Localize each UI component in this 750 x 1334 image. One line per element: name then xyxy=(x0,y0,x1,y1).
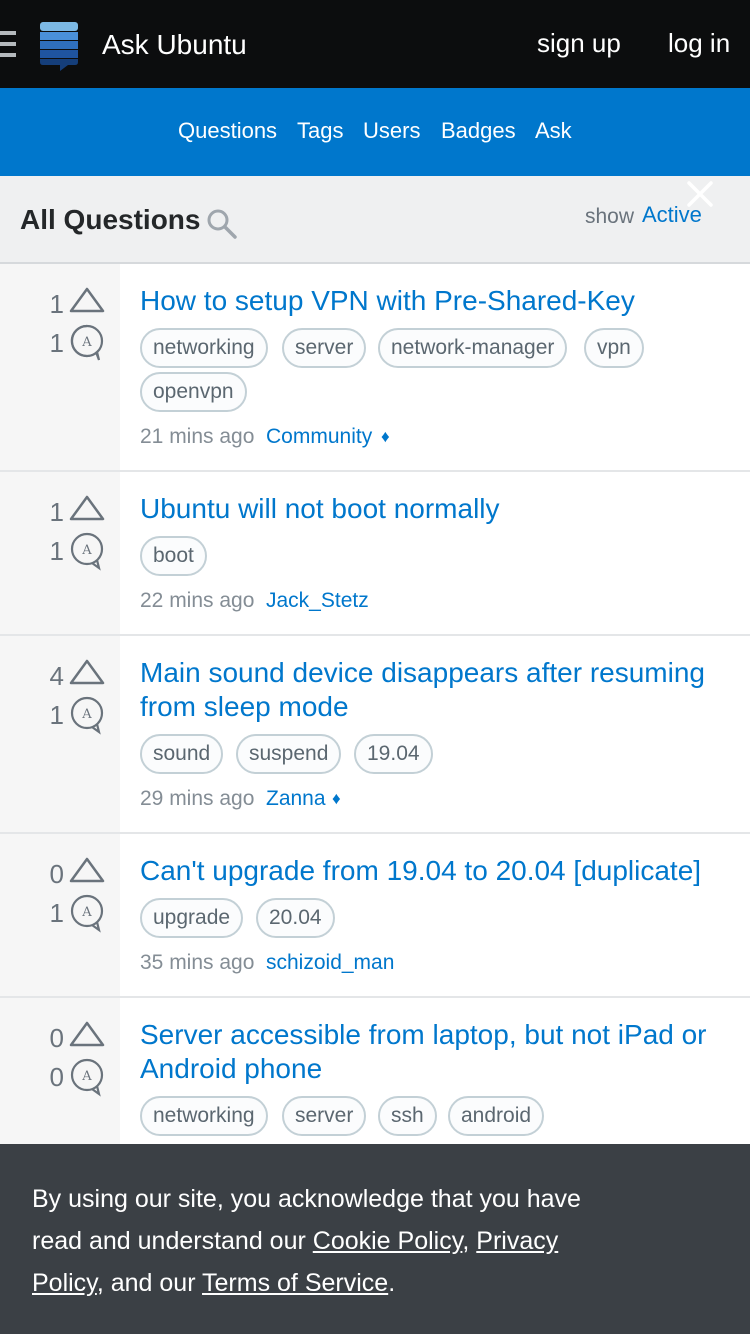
cookie-message: By using our site, you acknowledge that … xyxy=(32,1178,632,1304)
question-item: 4 1 A Main sound device disappears after… xyxy=(0,636,750,834)
close-icon[interactable] xyxy=(686,180,714,208)
question-time: 35 mins ago xyxy=(140,951,255,974)
vote-count: 0 xyxy=(49,1023,64,1053)
answer-count: 0 xyxy=(49,1062,64,1092)
vote-count: 4 xyxy=(49,661,64,691)
tag-sound[interactable]: sound xyxy=(140,734,224,774)
question-user[interactable]: schizoid_man xyxy=(266,950,394,976)
question-user[interactable]: Jack_Stetz xyxy=(266,588,369,614)
answer-icon: A xyxy=(70,324,104,361)
upvote-icon[interactable] xyxy=(68,286,106,314)
nav-users[interactable]: Users xyxy=(363,117,420,145)
question-title-line-1[interactable]: Server accessible from laptop, but not i… xyxy=(140,1018,730,1052)
nav-questions[interactable]: Questions xyxy=(178,117,277,145)
upvote-icon[interactable] xyxy=(68,856,106,884)
answer-count: 1 xyxy=(49,536,64,566)
svg-text:A: A xyxy=(81,543,92,558)
svg-text:A: A xyxy=(81,707,92,722)
question-item: 1 1 A Ubuntu will not boot normally boot… xyxy=(0,472,750,636)
moderator-diamond-icon: ♦ xyxy=(332,789,341,808)
login-link[interactable]: log in xyxy=(668,26,730,60)
vote-count: 1 xyxy=(49,289,64,319)
signup-link[interactable]: sign up xyxy=(537,26,621,60)
question-user[interactable]: Community xyxy=(266,424,372,450)
question-time: 22 mins ago xyxy=(140,589,255,612)
tag-boot[interactable]: boot xyxy=(140,536,207,576)
terms-of-service-link[interactable]: Terms of Service xyxy=(202,1269,388,1297)
question-item: 0 0 A Server accessible from laptop, but… xyxy=(0,998,750,1144)
upvote-icon[interactable] xyxy=(68,658,106,686)
question-item: 0 1 A Can't upgrade from 19.04 to 20.04 … xyxy=(0,834,750,998)
hamburger-icon[interactable] xyxy=(0,31,16,57)
cookie-text: , and our xyxy=(96,1269,203,1297)
nav-badges[interactable]: Badges xyxy=(441,117,516,145)
nav-tags[interactable]: Tags xyxy=(297,117,343,145)
question-user[interactable]: Zanna xyxy=(266,786,326,812)
tag-upgrade[interactable]: upgrade xyxy=(140,898,244,938)
site-title[interactable]: Ask Ubuntu xyxy=(102,28,247,62)
top-bar: Ask Ubuntu sign up log in xyxy=(0,0,750,88)
tag-suspend[interactable]: suspend xyxy=(236,734,342,774)
site-logo-icon[interactable] xyxy=(38,21,80,71)
question-item: 1 1 A How to setup VPN with Pre-Shared-K… xyxy=(0,264,750,472)
tag-vpn[interactable]: vpn xyxy=(584,328,644,368)
tag-server[interactable]: server xyxy=(282,328,367,368)
vote-count: 1 xyxy=(49,497,64,527)
question-title-line-1[interactable]: Main sound device disappears after resum… xyxy=(140,656,730,690)
answer-count: 1 xyxy=(49,328,64,358)
answer-count: 1 xyxy=(49,700,64,730)
tag-networking[interactable]: networking xyxy=(140,1096,268,1136)
svg-text:A: A xyxy=(81,335,92,350)
answer-icon: A xyxy=(70,696,104,735)
answer-icon: A xyxy=(70,1058,104,1097)
moderator-diamond-icon: ♦ xyxy=(381,427,390,446)
tag-ssh[interactable]: ssh xyxy=(378,1096,437,1136)
nav-ask[interactable]: Ask xyxy=(535,117,572,145)
cookie-separator: , xyxy=(462,1227,477,1255)
tag-20-04[interactable]: 20.04 xyxy=(256,898,335,938)
answer-icon: A xyxy=(70,532,104,571)
show-label: show xyxy=(585,205,635,228)
questions-subheader: All Questions xyxy=(0,176,750,264)
tag-server[interactable]: server xyxy=(282,1096,367,1136)
cookie-text: . xyxy=(388,1269,396,1297)
cookie-policy-link[interactable]: Cookie Policy xyxy=(313,1227,463,1255)
answer-count: 1 xyxy=(49,898,64,928)
upvote-icon[interactable] xyxy=(68,1020,106,1048)
svg-text:A: A xyxy=(81,905,92,920)
page-title: All Questions xyxy=(20,204,201,235)
tag-19-04[interactable]: 19.04 xyxy=(354,734,433,774)
question-title-line-2[interactable]: from sleep mode xyxy=(140,690,730,724)
tag-android[interactable]: android xyxy=(448,1096,545,1136)
question-time: 21 mins ago xyxy=(140,425,255,448)
upvote-icon[interactable] xyxy=(68,494,106,522)
tag-openvpn[interactable]: openvpn xyxy=(140,372,247,412)
tag-networking[interactable]: networking xyxy=(140,328,268,368)
question-title[interactable]: How to setup VPN with Pre-Shared-Key xyxy=(140,284,730,318)
question-time: 29 mins ago xyxy=(140,787,255,810)
svg-text:A: A xyxy=(81,1069,92,1084)
search-icon[interactable] xyxy=(206,208,238,240)
question-title-line-2[interactable]: Android phone xyxy=(140,1052,730,1086)
main-nav: Questions Tags Users Badges Ask xyxy=(0,88,750,176)
question-title[interactable]: Ubuntu will not boot normally xyxy=(140,492,730,526)
vote-count: 0 xyxy=(49,859,64,889)
tag-network-manager[interactable]: network-manager xyxy=(378,328,568,368)
question-title[interactable]: Can't upgrade from 19.04 to 20.04 [dupli… xyxy=(140,854,730,888)
answer-icon: A xyxy=(70,894,104,933)
cookie-banner: By using our site, you acknowledge that … xyxy=(0,1144,750,1334)
